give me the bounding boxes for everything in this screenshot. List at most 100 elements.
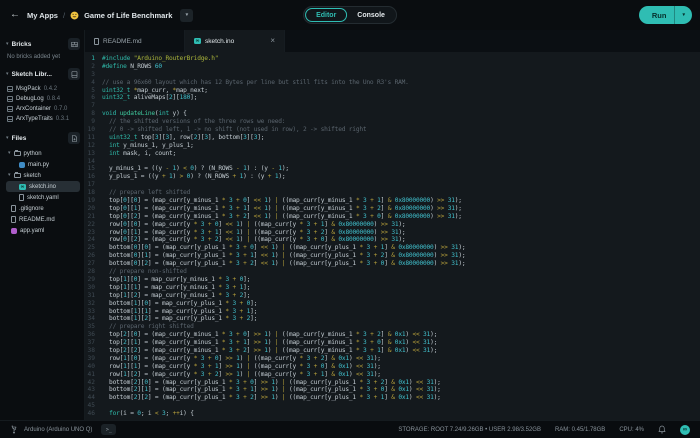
run-button[interactable]: Run ▾ <box>638 6 692 24</box>
library-item[interactable]: MsgPack 0.4.2 <box>6 84 80 94</box>
code-line: 20 top[0][1] = (map_curr[y_minus_1 * 3 +… <box>85 205 700 213</box>
code-line-text: // prepare left shifted <box>109 189 191 197</box>
tree-item-README.md[interactable]: README.md <box>6 214 80 225</box>
code-line-text: int y_minus_1, y_plus_1; <box>109 141 194 149</box>
library-item[interactable]: DebugLog 0.8.4 <box>6 94 80 104</box>
bricks-empty-text: No bricks added yet <box>7 54 61 60</box>
code-line: 4 // use a 96x60 layout which has 12 Byte… <box>85 79 700 87</box>
code-line: 24 row[0][2] = (map_curr[y * 3 + 2] << 1… <box>85 236 700 244</box>
code-line-text: // prepare right shifted <box>109 323 194 331</box>
libraries-section-header[interactable]: ▾ Sketch Libr... <box>6 68 80 80</box>
code-line: 32 bottom[1][0] = map_curr[y_plus_1 * 3 … <box>85 300 700 308</box>
tree-item-sketch.yaml[interactable]: sketch.yaml <box>6 192 80 203</box>
breadcrumb-my-apps[interactable]: My Apps <box>27 11 58 20</box>
code-line: 28 // prepare non-shifted <box>85 268 700 276</box>
code-line: 17 <box>85 181 700 189</box>
line-number: 4 <box>91 78 95 86</box>
tab-editor[interactable]: Editor <box>305 8 348 22</box>
cpu-status: CPU: 4% <box>619 426 644 433</box>
code-line-text: top[1][0] = map_curr[y_minus_1 * 3 + 0]; <box>102 275 251 283</box>
code-line: 36 top[2][0] = (map_curr[y_minus_1 * 3 +… <box>85 331 700 339</box>
code-editor[interactable]: 1 #include "Arduino_RouterBridge.h" 2 #defi… <box>85 52 700 420</box>
library-manager-button[interactable] <box>68 68 80 80</box>
tree-item-main.py[interactable]: main.py <box>6 159 80 170</box>
line-number: 45 <box>87 402 95 410</box>
editor-tab-README.md[interactable]: README.md <box>85 30 185 52</box>
run-options-button[interactable]: ▾ <box>674 6 692 24</box>
code-line: 18 // prepare left shifted <box>85 189 700 197</box>
code-line: 43 bottom[2][1] = (map_curr[y_plus_1 * 3… <box>85 386 700 394</box>
code-line-text: bottom[2][0] = (map_curr[y_plus_1 * 3 + … <box>102 378 441 386</box>
line-number: 31 <box>87 291 95 299</box>
line-number: 32 <box>87 299 95 307</box>
code-line-text: top[0][2] = (map_curr[y_minus_1 * 3 + 2]… <box>102 212 462 220</box>
view-toggle: Editor Console <box>303 6 397 24</box>
ino-icon <box>194 38 201 44</box>
line-number: 6 <box>91 94 95 102</box>
chevron-down-icon: ▾ <box>6 134 9 141</box>
chevron-down-icon: ▾ <box>6 70 9 77</box>
code-line-text: uint32_t *map_curr, *map_next; <box>102 86 208 94</box>
tree-item-sketch[interactable]: ▾ sketch <box>6 170 80 181</box>
bricks-section-header[interactable]: ▾ Bricks <box>6 38 80 50</box>
terminal-button[interactable]: >_ <box>101 424 117 435</box>
back-icon[interactable]: ← <box>10 10 20 20</box>
line-number: 39 <box>87 354 95 362</box>
code-line-text: bottom[0][2] = (map_curr[y_plus_1 * 3 + … <box>102 260 466 268</box>
library-item[interactable]: ArxContainer 0.7.0 <box>6 104 80 114</box>
code-line-text: int mask, i, count; <box>109 149 177 157</box>
file-plus-icon <box>71 134 77 142</box>
tree-item-.gitignore[interactable]: .gitignore <box>6 203 80 214</box>
python-icon <box>19 161 25 168</box>
tree-item-label: sketch.yaml <box>27 194 59 201</box>
code-line-text: row[0][1] = (map_curr[y * 3 + 1] << 1) |… <box>102 228 406 236</box>
library-name: ArxContainer <box>16 106 52 112</box>
line-number: 46 <box>87 410 95 418</box>
tab-label: sketch.ino <box>205 37 235 45</box>
brick-icon <box>70 41 78 47</box>
close-icon[interactable]: × <box>270 37 275 45</box>
code-line: 44 bottom[2][2] = (map_curr[y_plus_1 * 3… <box>85 394 700 402</box>
code-line-text: row[1][2] = (map_curr[y * 3 + 2] >> 1) |… <box>102 370 381 378</box>
line-number: 10 <box>87 126 95 134</box>
line-number: 11 <box>87 133 95 141</box>
editor-tab-sketch.ino[interactable]: sketch.ino × <box>185 30 285 52</box>
code-line: 31 top[1][2] = map_curr[y_minus_1 * 3 + … <box>85 292 700 300</box>
code-line-text: uint32_t top[3][3], row[2][3], bottom[3]… <box>109 133 265 141</box>
tab-console[interactable]: Console <box>347 8 395 22</box>
library-item[interactable]: ArxTypeTraits 0.3.1 <box>6 114 80 124</box>
code-line: 30 top[1][1] = map_curr[y_minus_1 * 3 + … <box>85 284 700 292</box>
code-line-text: top[2][1] = (map_curr[y_minus_1 * 3 + 1]… <box>102 339 438 347</box>
code-line-text: top[2][0] = (map_curr[y_minus_1 * 3 + 0]… <box>102 331 438 339</box>
file-icon <box>11 205 16 212</box>
tree-item-label: python <box>23 150 42 157</box>
code-line-text: top[1][2] = map_curr[y_minus_1 * 3 + 2]; <box>102 291 251 299</box>
code-line: 42 bottom[2][0] = (map_curr[y_plus_1 * 3… <box>85 379 700 387</box>
tree-item-sketch.ino[interactable]: sketch.ino <box>6 181 80 192</box>
code-line-text: // use a 96x60 layout which has 12 Bytes… <box>102 78 409 86</box>
library-list: MsgPack 0.4.2 DebugLog 0.8.4 ArxContainer 0.7… <box>6 84 80 124</box>
code-line: 16 y_plus_1 = ((y + 1) > 0) ? (N_ROWS + … <box>85 173 700 181</box>
library-icon <box>7 106 13 112</box>
tree-item-python[interactable]: ▾ python <box>6 148 80 159</box>
new-file-button[interactable] <box>68 132 80 144</box>
line-number: 13 <box>87 149 95 157</box>
app-menu-button[interactable]: ▾ <box>180 8 194 22</box>
code-line: 9 // the shifted versions of the three r… <box>85 118 700 126</box>
code-line-text: // the shifted versions of the three row… <box>109 118 286 126</box>
libraries-title: Sketch Libr... <box>11 70 52 78</box>
add-brick-button[interactable] <box>68 38 80 50</box>
files-section-header[interactable]: ▾ Files <box>6 132 80 144</box>
line-number: 2 <box>91 62 95 70</box>
code-line-text: row[1][1] = (map_curr[y * 3 + 1] >> 1) |… <box>102 362 381 370</box>
code-line: 25 bottom[0][0] = (map_curr[y_plus_1 * 3… <box>85 244 700 252</box>
code-line-text: #include "Arduino_RouterBridge.h" <box>102 55 219 62</box>
code-line: 8 void updateLine(int y) { <box>85 110 700 118</box>
arduino-account-icon[interactable]: ∞ <box>680 424 690 435</box>
topbar: ← My Apps / Game of Life Benchmark ▾ Edi… <box>0 0 700 30</box>
folder-icon <box>13 172 21 178</box>
storage-status: STORAGE: ROOT 7.24/9.26GB • USER 2.98/3.… <box>398 426 541 433</box>
tree-item-app.yaml[interactable]: app.yaml <box>6 225 80 236</box>
line-number: 29 <box>87 275 95 283</box>
notifications-bell-icon[interactable] <box>658 425 666 434</box>
